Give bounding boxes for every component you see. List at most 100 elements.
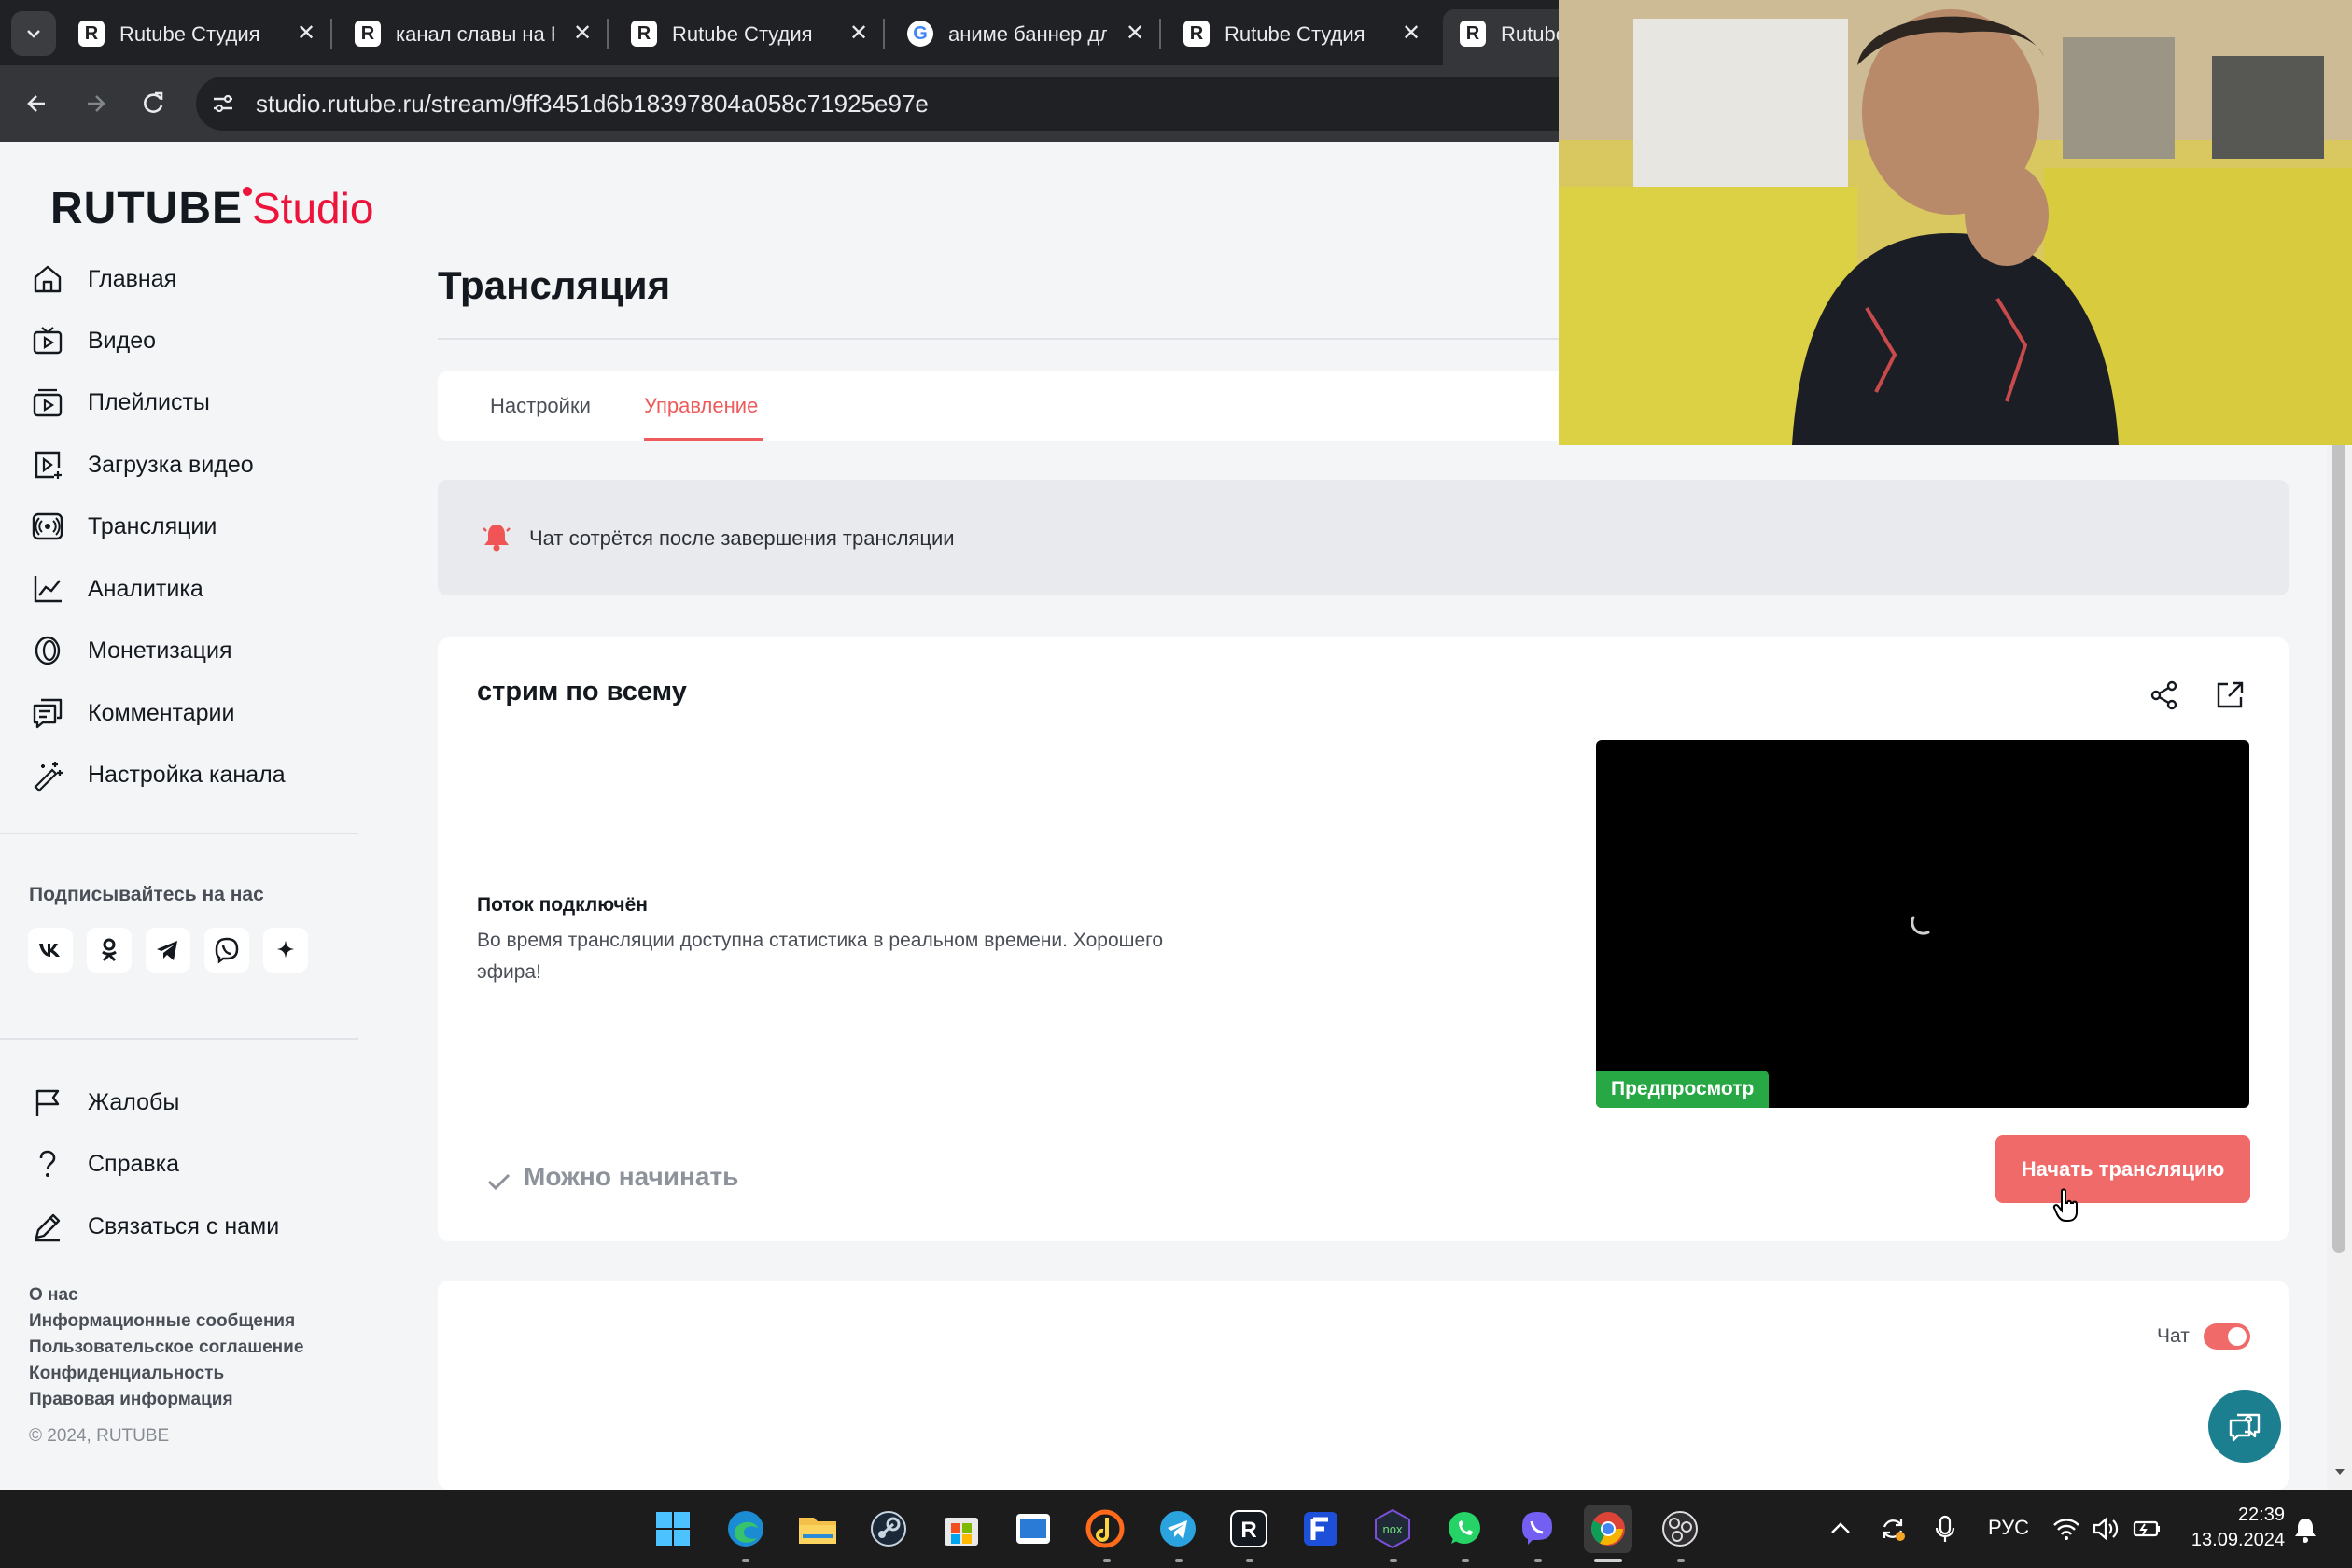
rutube-favicon-icon: R: [78, 21, 105, 47]
home-icon: [34, 265, 62, 293]
close-tab-icon[interactable]: ✕: [1122, 21, 1148, 47]
browser-tab[interactable]: G аниме баннер для канала ✕: [890, 9, 1161, 58]
back-button[interactable]: [19, 85, 56, 122]
browser-tab[interactable]: R канал славы на Rutube ✕: [338, 9, 609, 58]
tab-search-button[interactable]: [11, 11, 56, 56]
sidebar-item-label: Видео: [88, 328, 157, 354]
sync-icon[interactable]: [1878, 1514, 1908, 1544]
taskbar-viber[interactable]: [1513, 1505, 1561, 1553]
edge-icon: [728, 1511, 763, 1547]
close-tab-icon[interactable]: ✕: [846, 21, 872, 47]
reload-button[interactable]: [134, 85, 172, 122]
footer-link[interactable]: Конфиденциальность: [29, 1361, 303, 1387]
taskbar-nox[interactable]: nox: [1368, 1505, 1417, 1553]
sidebar-item-monetization[interactable]: Монетизация: [28, 623, 364, 676]
footer-link[interactable]: Пользовательское соглашение: [29, 1335, 303, 1361]
volume-icon[interactable]: [2091, 1514, 2121, 1544]
forward-button[interactable]: [77, 85, 114, 122]
scrollbar-thumb[interactable]: [2332, 431, 2345, 1253]
tab-settings[interactable]: Настройки: [490, 394, 591, 418]
vk-icon[interactable]: [28, 928, 73, 973]
sidebar-item-contact[interactable]: Связаться с нами: [28, 1199, 364, 1252]
preview-badge: Предпросмотр: [1596, 1071, 1770, 1108]
tab-control[interactable]: Управление: [644, 394, 758, 418]
chat-toggle[interactable]: [2204, 1323, 2250, 1350]
taskbar-music[interactable]: [1081, 1505, 1129, 1553]
sidebar-item-label: Монетизация: [88, 637, 232, 664]
taskbar-rutube[interactable]: R: [1225, 1505, 1273, 1553]
taskbar-explorer[interactable]: [793, 1505, 842, 1553]
notification-bell-icon[interactable]: [2292, 1516, 2318, 1544]
close-tab-icon[interactable]: ✕: [1398, 21, 1424, 47]
tab-title: аниме баннер для канала: [948, 22, 1107, 46]
webcam-feed-image: [1559, 0, 2352, 445]
reload-icon: [144, 91, 163, 113]
ok-icon[interactable]: [87, 928, 132, 973]
windows-start-button[interactable]: [649, 1505, 697, 1553]
stream-card: стрим по всему Поток подключён Во время …: [438, 637, 2289, 1241]
sparkle-icon[interactable]: ✦: [263, 928, 308, 973]
browser-tab[interactable]: R Rutube Студия ✕: [62, 9, 332, 58]
wifi-icon[interactable]: [2051, 1514, 2081, 1544]
taskbar-steam[interactable]: [864, 1505, 913, 1553]
sidebar-item-playlists[interactable]: Плейлисты: [28, 375, 364, 427]
tab-separator: [883, 19, 885, 49]
taskbar-whatsapp[interactable]: [1440, 1505, 1489, 1553]
taskbar-clock[interactable]: 22:39 13.09.2024: [2182, 1503, 2285, 1553]
stream-preview[interactable]: Предпросмотр: [1596, 740, 2249, 1108]
support-chat-icon: [2229, 1413, 2261, 1442]
playlist-icon: [33, 388, 63, 417]
scroll-down-arrow-icon[interactable]: [2334, 1467, 2345, 1477]
rutube-studio-logo[interactable]: RUTUBE Studio: [50, 183, 373, 239]
tab-separator: [330, 19, 332, 49]
taskbar-edge[interactable]: [721, 1505, 770, 1553]
browser-tab[interactable]: R Rutube Студия ✕: [614, 9, 885, 58]
browser-tab[interactable]: R Rutube Студия ✕: [1167, 9, 1435, 58]
close-tab-icon[interactable]: ✕: [569, 21, 595, 47]
loading-spinner-icon: [1911, 916, 1930, 935]
start-broadcast-button[interactable]: Начать трансляцию: [1995, 1135, 2250, 1203]
battery-icon[interactable]: [2132, 1514, 2162, 1544]
sidebar-item-complaints[interactable]: Жалобы: [28, 1075, 364, 1127]
sidebar-item-analytics[interactable]: Аналитика: [28, 562, 364, 614]
follow-us-title: Подписывайтесь на нас: [29, 884, 264, 905]
input-language[interactable]: РУС: [1988, 1516, 2029, 1540]
sidebar-item-comments[interactable]: Комментарии: [28, 686, 364, 738]
taskbar-store[interactable]: [937, 1505, 986, 1553]
sidebar-item-channel-settings[interactable]: Настройка канала: [28, 748, 364, 800]
viber-icon[interactable]: [204, 928, 249, 973]
sidebar-item-video[interactable]: Видео: [28, 314, 364, 366]
share-icon[interactable]: [2148, 679, 2181, 712]
sidebar-item-label: Трансляции: [88, 513, 217, 539]
sidebar-item-help[interactable]: Справка: [28, 1137, 364, 1189]
sidebar-item-upload[interactable]: Загрузка видео: [28, 438, 364, 490]
sidebar-item-broadcasts[interactable]: Трансляции: [28, 499, 364, 552]
site-settings-icon[interactable]: [211, 91, 235, 116]
footer-link[interactable]: Правовая информация: [29, 1387, 303, 1413]
folder-icon: [799, 1518, 836, 1544]
close-tab-icon[interactable]: ✕: [293, 21, 319, 47]
taskbar-obs[interactable]: [1656, 1505, 1704, 1553]
chevron-up-icon[interactable]: [1827, 1516, 1854, 1542]
footer-links: О нас Информационные сообщения Пользоват…: [29, 1282, 303, 1413]
sidebar-item-home[interactable]: Главная: [28, 252, 364, 304]
taskbar-app-dvd[interactable]: [1009, 1505, 1057, 1553]
rutube-app-icon: R: [1230, 1510, 1267, 1547]
logo-product: Studio: [252, 184, 374, 232]
taskbar-telegram[interactable]: [1154, 1505, 1202, 1553]
taskbar-app-f[interactable]: [1296, 1505, 1345, 1553]
taskbar-running-indicator: [1390, 1559, 1397, 1562]
microphone-icon[interactable]: [1932, 1514, 1958, 1544]
comments-icon: [33, 698, 63, 729]
taskbar-chrome[interactable]: [1584, 1505, 1632, 1553]
footer-link[interactable]: Информационные сообщения: [29, 1309, 303, 1335]
footer-link[interactable]: О нас: [29, 1282, 303, 1309]
logo-dot: [243, 187, 252, 196]
tab-separator: [1159, 19, 1161, 49]
tab-separator: [607, 19, 609, 49]
ok-glyph: [102, 938, 117, 962]
telegram-icon[interactable]: [146, 928, 190, 973]
screen: R Rutube Студия ✕ R канал славы на Rutub…: [0, 0, 2352, 1568]
open-external-icon[interactable]: [2213, 679, 2247, 712]
support-chat-button[interactable]: [2208, 1390, 2281, 1463]
